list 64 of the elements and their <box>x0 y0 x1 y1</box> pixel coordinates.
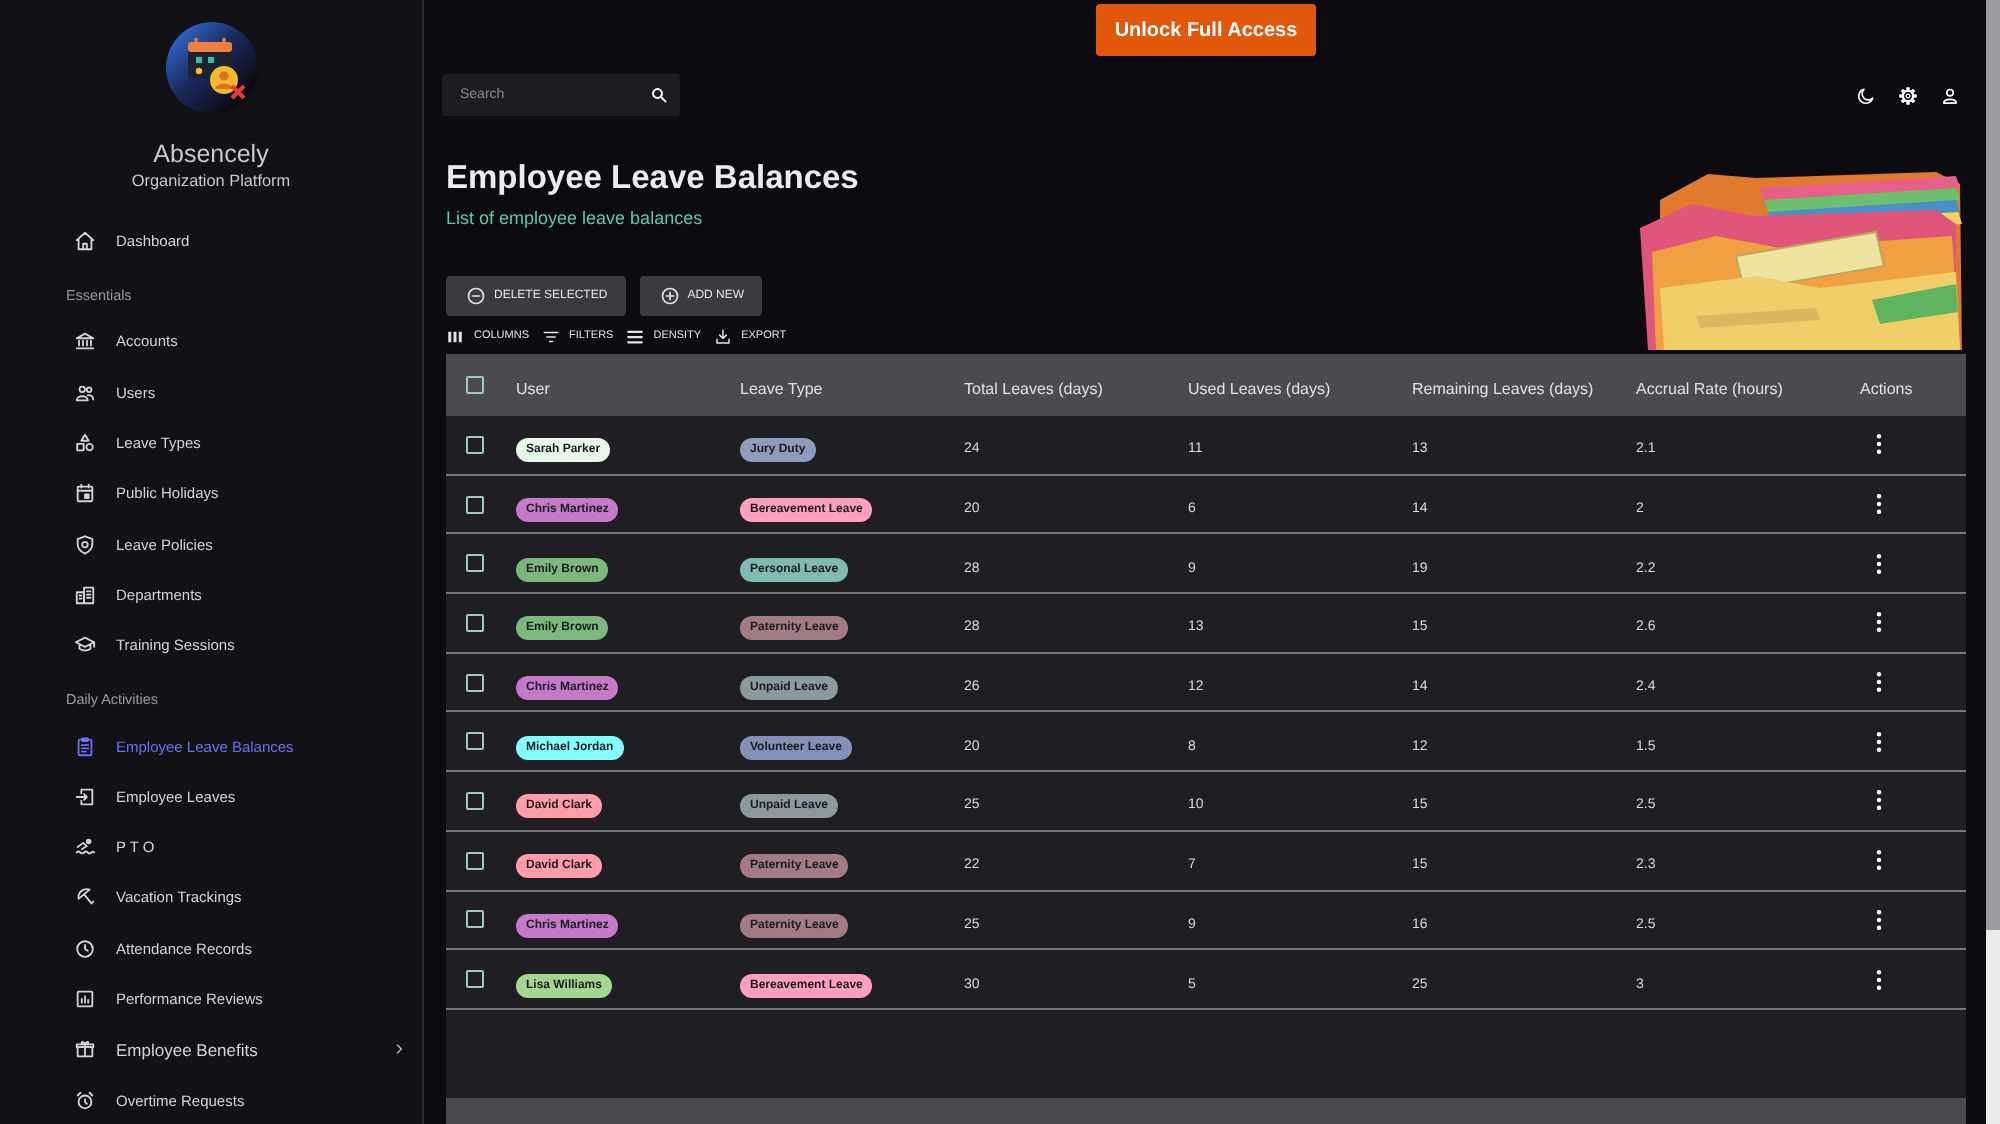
row-checkbox[interactable] <box>466 970 484 989</box>
row-checkbox[interactable] <box>466 791 484 810</box>
more-options-icon[interactable] <box>1876 434 1882 455</box>
more-options-icon[interactable] <box>1876 553 1882 574</box>
scrollbar-thumb[interactable] <box>1986 0 2000 930</box>
select-all-checkbox[interactable] <box>466 376 484 394</box>
column-header[interactable]: Actions <box>1860 379 1913 397</box>
columns-icon <box>446 327 464 345</box>
more-options-icon[interactable] <box>1876 969 1882 990</box>
clock-icon <box>74 937 96 960</box>
row-checkbox[interactable] <box>466 613 484 632</box>
minus-circle-icon <box>466 286 486 306</box>
more-options-icon[interactable] <box>1876 612 1882 633</box>
chevron-right-icon <box>392 1042 406 1057</box>
sidebar-item[interactable]: Employee Benefits <box>74 1024 406 1075</box>
row-checkbox[interactable] <box>466 910 484 929</box>
unlock-access-button[interactable]: Unlock Full Access <box>1096 4 1316 56</box>
swimmer-icon <box>74 836 96 859</box>
column-header[interactable]: Leave Type <box>740 379 823 397</box>
buildings-icon <box>74 583 96 606</box>
more-options-icon[interactable] <box>1876 790 1882 811</box>
column-header[interactable]: User <box>516 379 550 397</box>
column-header[interactable]: Used Leaves (days) <box>1188 379 1331 397</box>
settings-icon[interactable] <box>1898 85 1918 105</box>
search-icon <box>650 86 668 104</box>
row-checkbox[interactable] <box>466 732 484 751</box>
gift-icon <box>74 1038 96 1061</box>
column-header[interactable]: Total Leaves (days) <box>964 379 1103 397</box>
scrollbar-track[interactable] <box>1986 0 2000 1124</box>
page-subtitle: List of employee leave balances <box>446 206 703 230</box>
shield-icon <box>74 533 96 556</box>
filter-icon <box>541 327 560 345</box>
moon-icon[interactable] <box>1856 85 1876 105</box>
column-header[interactable]: Accrual Rate (hours) <box>1636 379 1783 397</box>
home-icon <box>74 230 96 253</box>
row-checkbox[interactable] <box>466 495 484 514</box>
more-options-icon[interactable] <box>1876 731 1882 752</box>
person-icon[interactable] <box>1940 85 1960 105</box>
bank-icon <box>74 330 96 353</box>
umbrella-icon <box>74 886 96 909</box>
plus-circle-icon <box>659 286 680 306</box>
density-icon <box>625 327 644 345</box>
more-options-icon[interactable] <box>1876 494 1882 515</box>
row-checkbox[interactable] <box>466 435 484 454</box>
shapes-icon <box>74 432 96 455</box>
clipboard-icon <box>74 735 96 758</box>
column-header[interactable]: Remaining Leaves (days) <box>1412 379 1594 397</box>
more-options-icon[interactable] <box>1876 850 1882 871</box>
calendar-logo-icon <box>165 22 257 114</box>
row-checkbox[interactable] <box>466 554 484 573</box>
graduation-cap-icon <box>74 634 96 657</box>
chart-icon <box>74 988 96 1010</box>
alarm-clock-icon <box>74 1089 96 1112</box>
enter-box-icon <box>74 785 96 808</box>
row-checkbox[interactable] <box>466 673 484 692</box>
app-name: Absencely <box>153 138 269 170</box>
users-icon <box>74 381 96 404</box>
page-title: Employee Leave Balances <box>446 158 859 200</box>
more-options-icon[interactable] <box>1876 909 1882 930</box>
row-checkbox[interactable] <box>466 851 484 870</box>
calendar-icon <box>74 482 96 505</box>
more-options-icon[interactable] <box>1876 672 1882 693</box>
export-icon <box>713 327 732 345</box>
app-tagline: Organization Platform <box>131 170 291 194</box>
